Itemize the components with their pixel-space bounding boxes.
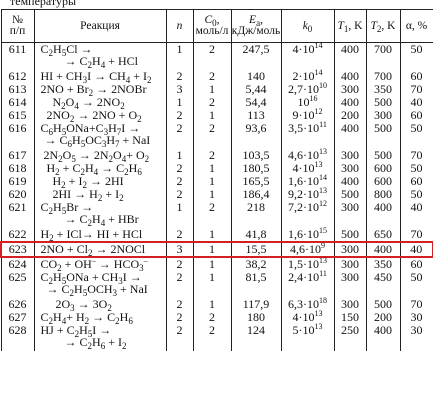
cell-t1: 400 bbox=[333, 42, 367, 70]
cell-c0: 2 bbox=[192, 122, 232, 149]
reactions-table-container: № п/п Реакция n C0, моль/л Ea, кДж/моль k0 … bbox=[0, 9, 433, 351]
cell-c0: 1 bbox=[192, 257, 232, 271]
cell-reaction: HJ + C2H5I → → C2H6 + I2 bbox=[33, 324, 167, 351]
cell-reaction: H2 + ICl→ HI + HCl bbox=[33, 228, 167, 243]
reactions-table: № п/п Реакция n C0, моль/л Ea, кДж/моль k0 … bbox=[0, 9, 433, 351]
cell-alpha: 50 bbox=[399, 122, 433, 149]
table-row-highlighted: 623 2NO + Cl2 → 2NOCl 3 1 15,5 4,6·109 3… bbox=[0, 241, 433, 258]
cell-t1: 250 bbox=[333, 324, 367, 351]
table-row: 621 C2H5Br → → C2H4 + HBr 1 2 218 7,2·101… bbox=[0, 200, 433, 228]
cell-c0: 1 bbox=[192, 228, 232, 242]
cell-c0: 1 bbox=[192, 241, 232, 258]
cell-n: 2 bbox=[165, 228, 194, 242]
cell-t1: 300 bbox=[333, 201, 367, 228]
cell-ea: 81,5 bbox=[230, 271, 282, 298]
cell-alpha: 60 bbox=[399, 257, 433, 271]
cell-t2: 500 bbox=[365, 122, 401, 149]
cell-n: 1 bbox=[165, 42, 194, 70]
cell-k0: 3,5·1011 bbox=[280, 121, 335, 149]
table-row: 625 C2H5ONa + CH3I → → C2H5OCH3 + NaI 2 1… bbox=[0, 270, 433, 298]
cell-reaction: C6H5ONa+C3H7I → → C6H5OC3H7 + NaI bbox=[33, 122, 167, 149]
cell-alpha: 70 bbox=[399, 228, 433, 242]
cell-ea: 218 bbox=[230, 201, 282, 228]
cell-k0: 1,6·1015 bbox=[280, 227, 335, 242]
cell-alpha: 40 bbox=[399, 201, 433, 228]
cell-no: 622 bbox=[0, 228, 35, 242]
cell-k0: 2,4·1011 bbox=[280, 270, 335, 298]
cell-t2: 400 bbox=[365, 324, 401, 351]
page-heading-fragment: температуры bbox=[10, 0, 77, 8]
table-row: 616 C6H5ONa+C3H7I → → C6H5OC3H7 + NaI 2 2… bbox=[0, 121, 433, 149]
cell-ea: 38,2 bbox=[230, 257, 282, 271]
cell-n: 2 bbox=[165, 257, 194, 271]
cell-alpha: 50 bbox=[399, 271, 433, 298]
cell-t2: 400 bbox=[365, 241, 401, 258]
table-header-row: № п/п Реакция n C0, моль/л Ea, кДж/моль k0 … bbox=[0, 9, 433, 43]
cell-ea: 124 bbox=[230, 324, 282, 351]
header-t1: T1, K bbox=[333, 9, 367, 43]
cell-t2: 400 bbox=[365, 201, 401, 228]
table-row: 611 C2H5Cl → → C2H4 + HCl 1 2 247,5 4·101… bbox=[0, 42, 433, 70]
cell-no: 623 bbox=[0, 241, 35, 258]
cell-t1: 300 bbox=[333, 271, 367, 298]
cell-c0: 2 bbox=[192, 324, 232, 351]
cell-n: 2 bbox=[165, 122, 194, 149]
cell-t1: 500 bbox=[333, 228, 367, 242]
cell-no: 621 bbox=[0, 201, 35, 228]
cell-k0: 7,2·1012 bbox=[280, 200, 335, 228]
cell-n: 2 bbox=[165, 271, 194, 298]
cell-no: 624 bbox=[0, 257, 35, 271]
header-no: № п/п bbox=[0, 9, 35, 43]
cell-c0: 2 bbox=[192, 42, 232, 70]
cell-no: 625 bbox=[0, 271, 35, 298]
cell-n: 3 bbox=[165, 241, 194, 258]
cell-no: 611 bbox=[0, 42, 35, 70]
cell-ea: 93,6 bbox=[230, 122, 282, 149]
cell-ea: 41,8 bbox=[230, 228, 282, 242]
cell-reaction: C2H5Cl → → C2H4 + HCl bbox=[33, 42, 167, 70]
cell-no: 616 bbox=[0, 122, 35, 149]
cell-k0: 5·1013 bbox=[280, 323, 335, 351]
cell-alpha: 40 bbox=[399, 241, 433, 258]
cell-reaction: CO2 + OH– → HCO3– bbox=[33, 257, 167, 273]
cell-alpha: 50 bbox=[399, 42, 433, 70]
cell-k0: 4·1014 bbox=[280, 42, 335, 70]
cell-t1: 300 bbox=[333, 241, 367, 258]
cell-t2: 450 bbox=[365, 271, 401, 298]
cell-c0: 1 bbox=[192, 271, 232, 298]
cell-reaction: C2H5Br → → C2H4 + HBr bbox=[33, 201, 167, 228]
header-t2: T2, K bbox=[365, 9, 401, 43]
cell-t2: 700 bbox=[365, 42, 401, 70]
cell-ea: 15,5 bbox=[230, 241, 282, 258]
header-c0: C0, моль/л bbox=[192, 9, 232, 43]
cell-no: 628 bbox=[0, 324, 35, 351]
cell-n: 1 bbox=[165, 201, 194, 228]
cell-alpha: 30 bbox=[399, 324, 433, 351]
cell-t2: 650 bbox=[365, 228, 401, 242]
header-n: n bbox=[165, 9, 194, 43]
cell-c0: 2 bbox=[192, 201, 232, 228]
header-alpha: α, % bbox=[399, 9, 433, 43]
cell-t1: 400 bbox=[333, 122, 367, 149]
cell-reaction: C2H5ONa + CH3I → → C2H5OCH3 + NaI bbox=[33, 271, 167, 298]
table-row: 622 H2 + ICl→ HI + HCl 2 1 41,8 1,6·1015… bbox=[0, 227, 433, 243]
cell-reaction: 2NO + Cl2 → 2NOCl bbox=[33, 241, 167, 258]
header-reaction: Реакция bbox=[33, 9, 167, 43]
cell-k0: 4,6·109 bbox=[280, 241, 335, 258]
cell-t1: 300 bbox=[333, 257, 367, 271]
header-ea: Ea, кДж/моль bbox=[230, 9, 282, 43]
cell-n: 2 bbox=[165, 324, 194, 351]
cell-ea: 247,5 bbox=[230, 42, 282, 70]
cell-t2: 350 bbox=[365, 257, 401, 271]
table-row: 628 HJ + C2H5I → → C2H6 + I2 2 2 124 5·10… bbox=[0, 323, 433, 351]
header-k0: k0 bbox=[280, 9, 335, 43]
table-row: 624 CO2 + OH– → HCO3– 2 1 38,2 1,5·1013 … bbox=[0, 257, 433, 273]
